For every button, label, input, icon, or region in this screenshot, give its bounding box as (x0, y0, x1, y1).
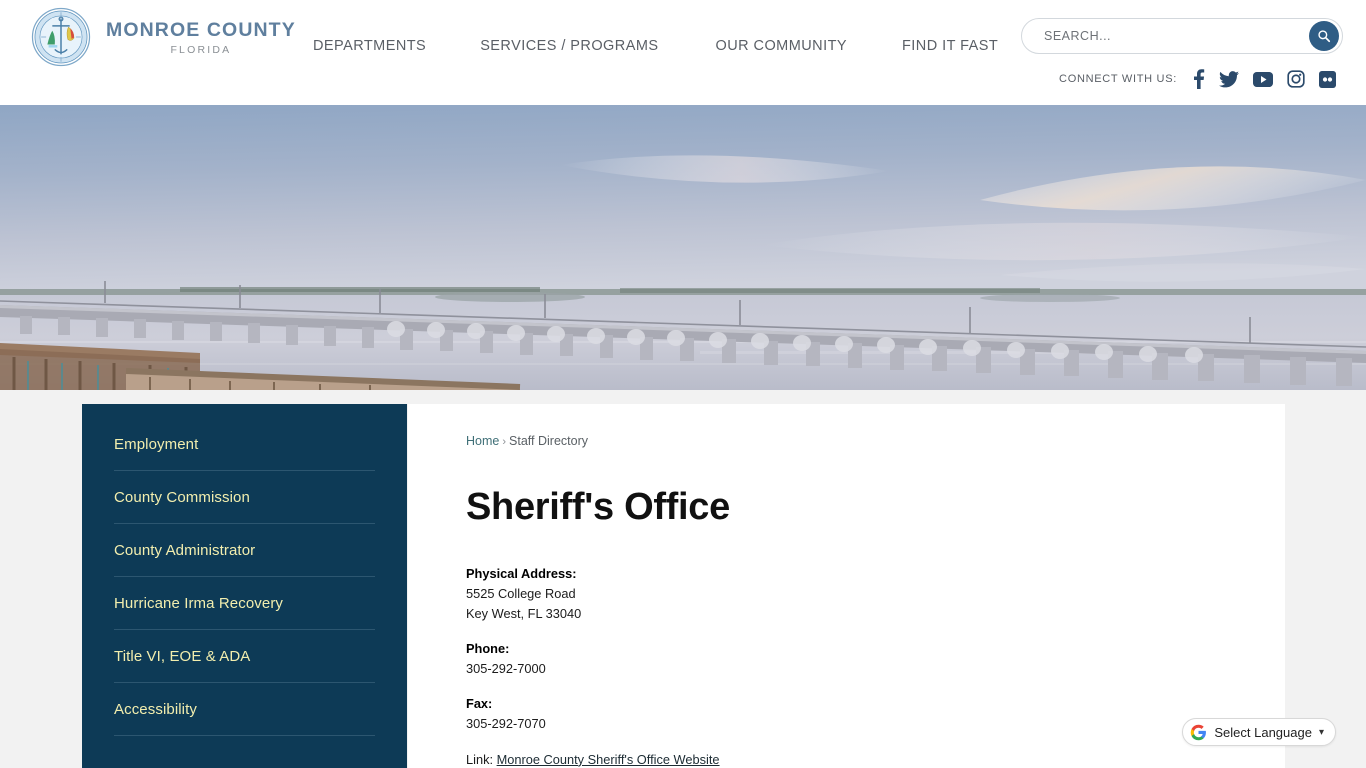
facebook-link[interactable] (1193, 69, 1205, 89)
sidebar-navigation: Employment County Commission County Admi… (82, 404, 407, 768)
sidebar-item-label[interactable]: County Administrator (114, 542, 255, 559)
brand-title: MONROE COUNTY (106, 18, 296, 41)
physical-address-label: Physical Address: (466, 566, 577, 581)
sidebar-item-label[interactable]: Hurricane Irma Recovery (114, 595, 283, 612)
sidebar-item-title-vi-eoe-ada[interactable]: Title VI, EOE & ADA (114, 630, 375, 683)
sidebar-item-hurricane-irma-recovery[interactable]: Hurricane Irma Recovery (114, 577, 375, 630)
sidebar-item-label[interactable]: Accessibility (114, 701, 197, 718)
connect-label: CONNECT WITH US: (1059, 73, 1177, 85)
phone-group: Phone: 305-292-7000 (466, 639, 1285, 679)
content-row: Employment County Commission County Admi… (0, 404, 1366, 768)
nav-item-services-programs[interactable]: SERVICES / PROGRAMS (480, 38, 658, 54)
search-button[interactable] (1309, 21, 1339, 51)
county-seal-icon (31, 7, 91, 67)
sidebar-item-label[interactable]: County Commission (114, 489, 250, 506)
nav-item-departments[interactable]: DEPARTMENTS (313, 38, 426, 54)
instagram-icon (1287, 70, 1305, 88)
flickr-icon (1319, 70, 1336, 88)
breadcrumb-home-link[interactable]: Home (466, 434, 499, 448)
twitter-icon (1219, 70, 1239, 87)
site-header: MONROE COUNTY FLORIDA DEPARTMENTS SERVIC… (0, 0, 1366, 105)
hero-image (0, 105, 1366, 390)
youtube-link[interactable] (1253, 71, 1273, 87)
chevron-down-icon: ▾ (1318, 726, 1324, 738)
sidebar-item-county-administrator[interactable]: County Administrator (114, 524, 375, 577)
sidebar-item-label[interactable]: Title VI, EOE & ADA (114, 648, 250, 665)
social-links (1193, 69, 1336, 89)
twitter-link[interactable] (1219, 70, 1239, 88)
address-line-2: Key West, FL 33040 (466, 605, 582, 621)
fax-label: Fax: (466, 695, 493, 711)
website-link-line: Link: Monroe County Sheriff's Office Web… (466, 752, 1285, 767)
facebook-icon (1194, 69, 1205, 89)
phone-label: Phone: (466, 640, 510, 656)
breadcrumb-current: Staff Directory (509, 434, 588, 448)
page-root: MONROE COUNTY FLORIDA DEPARTMENTS SERVIC… (0, 0, 1366, 768)
link-label: Link: (466, 751, 494, 767)
connect-with-us: CONNECT WITH US: (1059, 69, 1336, 89)
google-translate-widget[interactable]: Select Language ▾ (1182, 718, 1336, 746)
brand-text-block: MONROE COUNTY FLORIDA (106, 18, 296, 56)
fax-group: Fax: 305-292-7070 (466, 694, 1285, 734)
flickr-link[interactable] (1319, 70, 1336, 88)
main-content: Home › Staff Directory Sheriff's Office Ph… (408, 404, 1285, 768)
breadcrumb: Home › Staff Directory (466, 434, 1285, 448)
google-g-icon (1191, 724, 1207, 740)
nav-item-our-community[interactable]: OUR COMMUNITY (715, 38, 847, 54)
hero-banner (0, 105, 1366, 390)
physical-address-group: Physical Address: 5525 College Road Key … (466, 564, 1285, 624)
youtube-icon (1253, 71, 1273, 87)
brand-subtitle: FLORIDA (170, 44, 232, 57)
sidebar-item-county-commission[interactable]: County Commission (114, 471, 375, 524)
site-logo[interactable]: MONROE COUNTY FLORIDA (30, 6, 296, 68)
address-line-1: 5525 College Road (466, 585, 576, 601)
search-input[interactable] (1022, 29, 1309, 43)
main-navigation: DEPARTMENTS SERVICES / PROGRAMS OUR COMM… (313, 38, 998, 54)
page-title: Sheriff's Office (466, 486, 730, 528)
search-icon (1318, 30, 1331, 43)
contact-details: Physical Address: 5525 College Road Key … (466, 564, 1285, 734)
nav-item-find-it-fast[interactable]: FIND IT FAST (902, 38, 998, 54)
translate-label: Select Language (1214, 724, 1312, 740)
breadcrumb-separator: › (502, 436, 507, 448)
sidebar-item-label[interactable]: Employment (114, 436, 198, 453)
search-bar (1021, 18, 1343, 54)
phone-value: 305-292-7000 (466, 660, 546, 676)
sheriff-website-link[interactable]: Monroe County Sheriff's Office Website (497, 752, 720, 767)
instagram-link[interactable] (1287, 70, 1305, 88)
sidebar-item-employment[interactable]: Employment (114, 418, 375, 471)
sidebar-item-accessibility[interactable]: Accessibility (114, 683, 375, 736)
fax-value: 305-292-7070 (466, 715, 546, 731)
